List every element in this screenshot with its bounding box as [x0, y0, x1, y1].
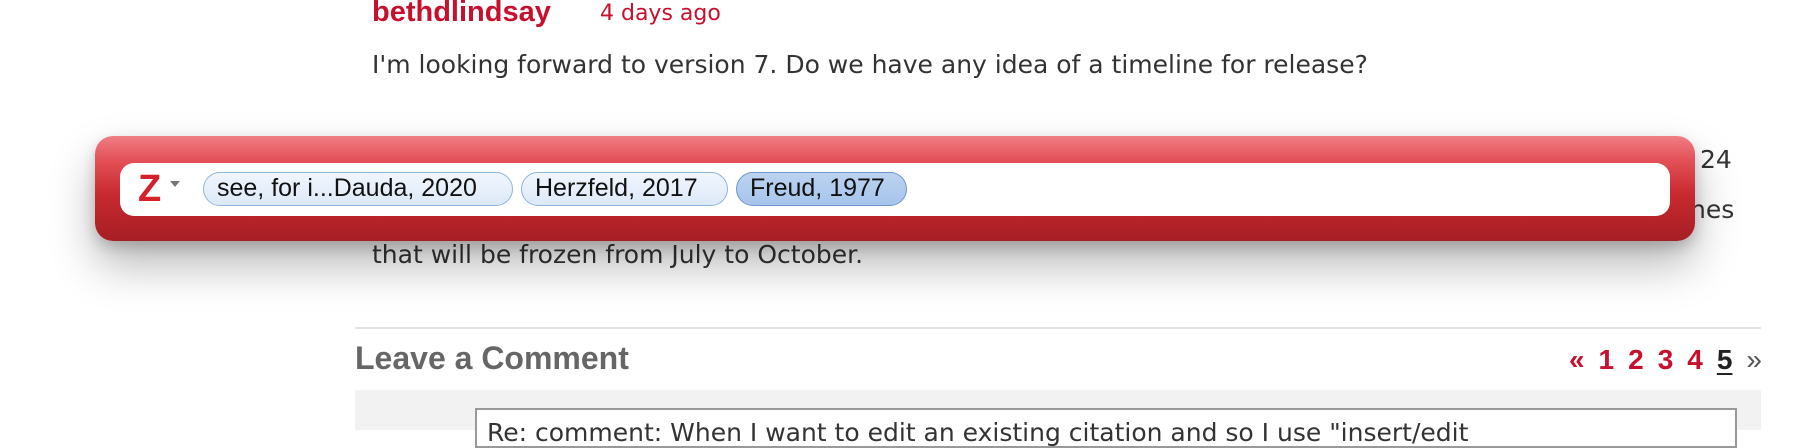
leave-comment-heading: Leave a Comment [355, 340, 629, 376]
comment-textarea[interactable]: Re: comment: When I want to edit an exis… [475, 408, 1737, 448]
pagination-page-5-current[interactable]: 5 [1717, 344, 1733, 376]
citation-bubble[interactable]: see, for i...Dauda, 2020 [203, 172, 513, 206]
citation-search-field[interactable]: Z see, for i...Dauda, 2020 Herzfeld, 201… [120, 163, 1670, 216]
section-divider [355, 327, 1761, 329]
pagination-page-3[interactable]: 3 [1658, 344, 1674, 376]
comment-text-line: that will be frozen from July to October… [372, 240, 864, 269]
chevron-down-icon[interactable] [170, 181, 180, 187]
pagination-next[interactable]: » [1746, 344, 1762, 376]
zotero-quick-format-bar[interactable]: Z see, for i...Dauda, 2020 Herzfeld, 201… [95, 136, 1695, 241]
comment-author[interactable]: bethdlindsay [372, 0, 551, 29]
pagination-prev[interactable]: « [1569, 344, 1585, 376]
pagination-page-2[interactable]: 2 [1628, 344, 1644, 376]
pagination-page-4[interactable]: 4 [1687, 344, 1703, 376]
comment-text-line: I'm looking forward to version 7. Do we … [372, 50, 1368, 79]
zotero-z-logo-icon[interactable]: Z [138, 170, 168, 208]
comment-pagination: « 1 2 3 4 5 » [1569, 344, 1762, 376]
citation-bubble[interactable]: Herzfeld, 2017 [521, 172, 728, 206]
pagination-page-1[interactable]: 1 [1599, 344, 1615, 376]
citation-bubble-selected[interactable]: Freud, 1977 [736, 172, 907, 206]
comment-date[interactable]: 4 days ago [600, 1, 721, 26]
comment-text-overflow: 24 [1700, 145, 1732, 174]
comment-text-overflow: nes [1690, 195, 1735, 224]
